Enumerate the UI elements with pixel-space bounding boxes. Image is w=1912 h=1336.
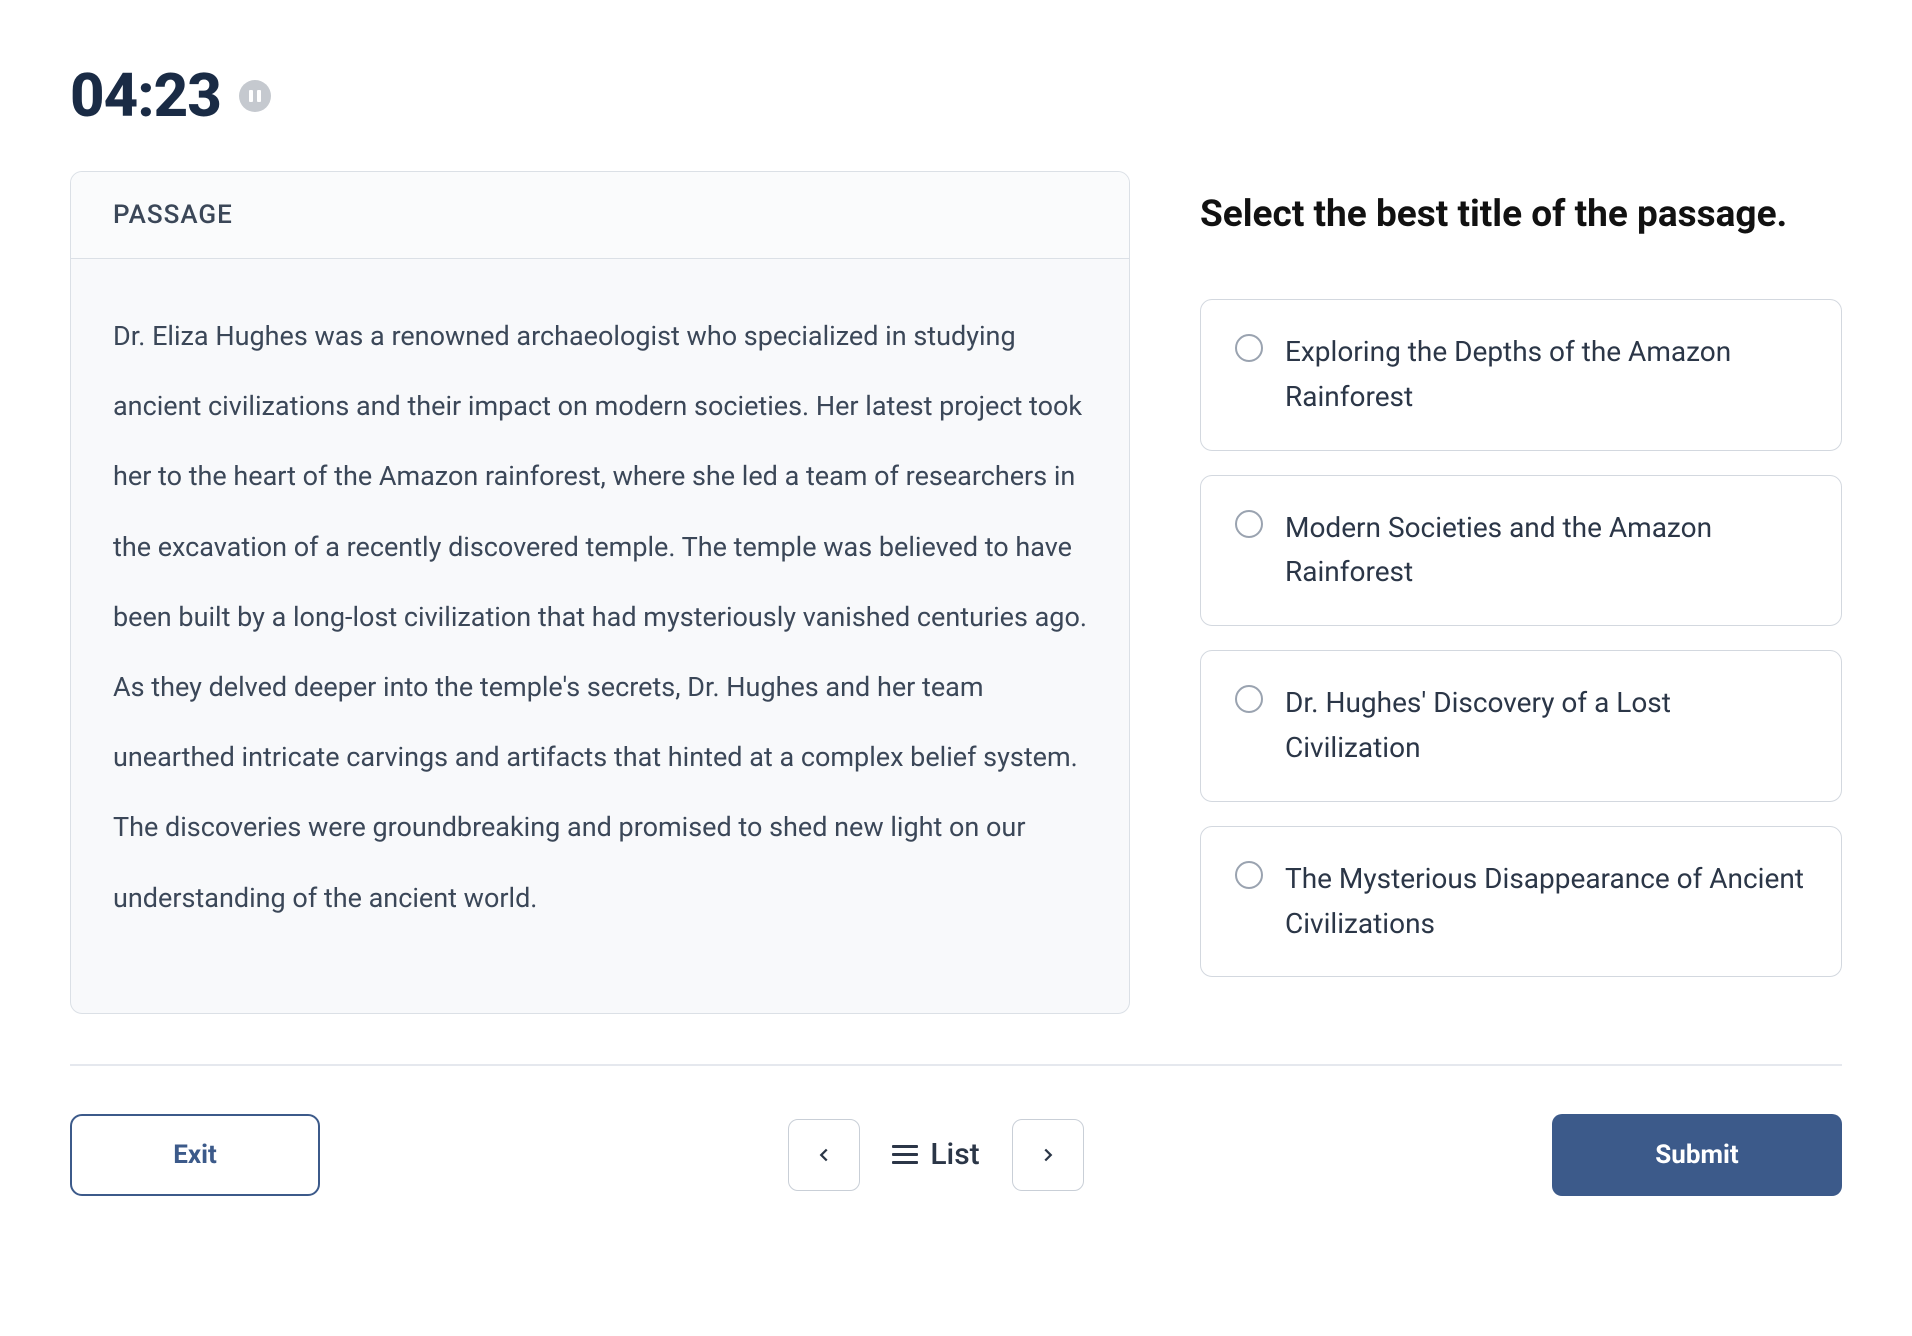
passage-panel: PASSAGE Dr. Eliza Hughes was a renowned … bbox=[70, 171, 1130, 1014]
passage-body: Dr. Eliza Hughes was a renowned archaeol… bbox=[71, 259, 1129, 1013]
chevron-left-icon bbox=[813, 1144, 835, 1166]
footer: Exit List Submit bbox=[70, 1114, 1842, 1196]
timer-value: 04:23 bbox=[70, 60, 221, 131]
pause-icon bbox=[249, 90, 261, 102]
exit-button[interactable]: Exit bbox=[70, 1114, 320, 1196]
list-icon bbox=[892, 1145, 918, 1164]
radio-icon bbox=[1235, 334, 1263, 362]
radio-icon bbox=[1235, 685, 1263, 713]
next-button[interactable] bbox=[1012, 1119, 1084, 1191]
submit-button[interactable]: Submit bbox=[1552, 1114, 1842, 1196]
option-label: Modern Societies and the Amazon Rainfore… bbox=[1285, 506, 1807, 596]
list-label: List bbox=[930, 1137, 979, 1172]
timer-row: 04:23 bbox=[70, 60, 1842, 131]
option-4[interactable]: The Mysterious Disappearance of Ancient … bbox=[1200, 826, 1842, 978]
list-button[interactable]: List bbox=[882, 1137, 989, 1172]
pause-button[interactable] bbox=[239, 80, 271, 112]
divider bbox=[70, 1064, 1842, 1066]
radio-icon bbox=[1235, 510, 1263, 538]
option-label: Exploring the Depths of the Amazon Rainf… bbox=[1285, 330, 1807, 420]
content-area: PASSAGE Dr. Eliza Hughes was a renowned … bbox=[70, 171, 1842, 1014]
options-list: Exploring the Depths of the Amazon Rainf… bbox=[1200, 299, 1842, 977]
option-label: The Mysterious Disappearance of Ancient … bbox=[1285, 857, 1807, 947]
option-label: Dr. Hughes' Discovery of a Lost Civiliza… bbox=[1285, 681, 1807, 771]
chevron-right-icon bbox=[1037, 1144, 1059, 1166]
option-2[interactable]: Modern Societies and the Amazon Rainfore… bbox=[1200, 475, 1842, 627]
nav-group: List bbox=[788, 1119, 1083, 1191]
question-panel: Select the best title of the passage. Ex… bbox=[1200, 171, 1842, 1014]
question-prompt: Select the best title of the passage. bbox=[1200, 191, 1842, 239]
radio-icon bbox=[1235, 861, 1263, 889]
option-3[interactable]: Dr. Hughes' Discovery of a Lost Civiliza… bbox=[1200, 650, 1842, 802]
option-1[interactable]: Exploring the Depths of the Amazon Rainf… bbox=[1200, 299, 1842, 451]
prev-button[interactable] bbox=[788, 1119, 860, 1191]
passage-header: PASSAGE bbox=[71, 172, 1129, 259]
